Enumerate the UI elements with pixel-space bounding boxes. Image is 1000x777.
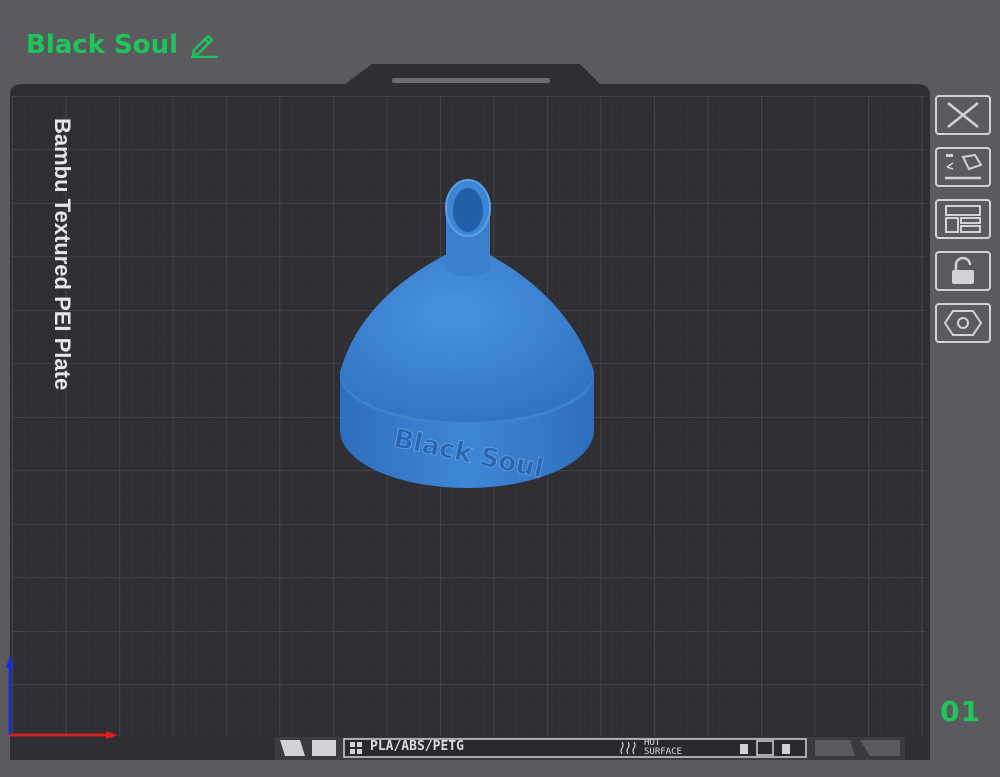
plate-settings-button[interactable] [935,303,991,343]
plate-toolbar [935,95,995,343]
close-plate-button[interactable] [935,95,991,135]
build-plate[interactable]: Black Soul [0,0,1000,773]
arrange-icon [945,205,981,233]
plate-number: 01 [940,695,981,728]
lock-plate-button[interactable] [935,251,991,291]
hot-surface-label-line2: SURFACE [644,747,682,757]
build-plate-area: Black Soul [0,0,1000,773]
plate-type-label: Bambu Textured PEI Plate [50,118,75,391]
lock-icon [952,256,974,284]
material-label: PLA/ABS/PETG [370,739,464,754]
auto-orient-icon [945,153,983,180]
plate-settings-icon [943,310,983,336]
close-icon [947,102,979,128]
auto-orient-button[interactable] [935,147,991,187]
plate-handle [392,78,550,83]
arrange-button[interactable] [935,199,991,239]
